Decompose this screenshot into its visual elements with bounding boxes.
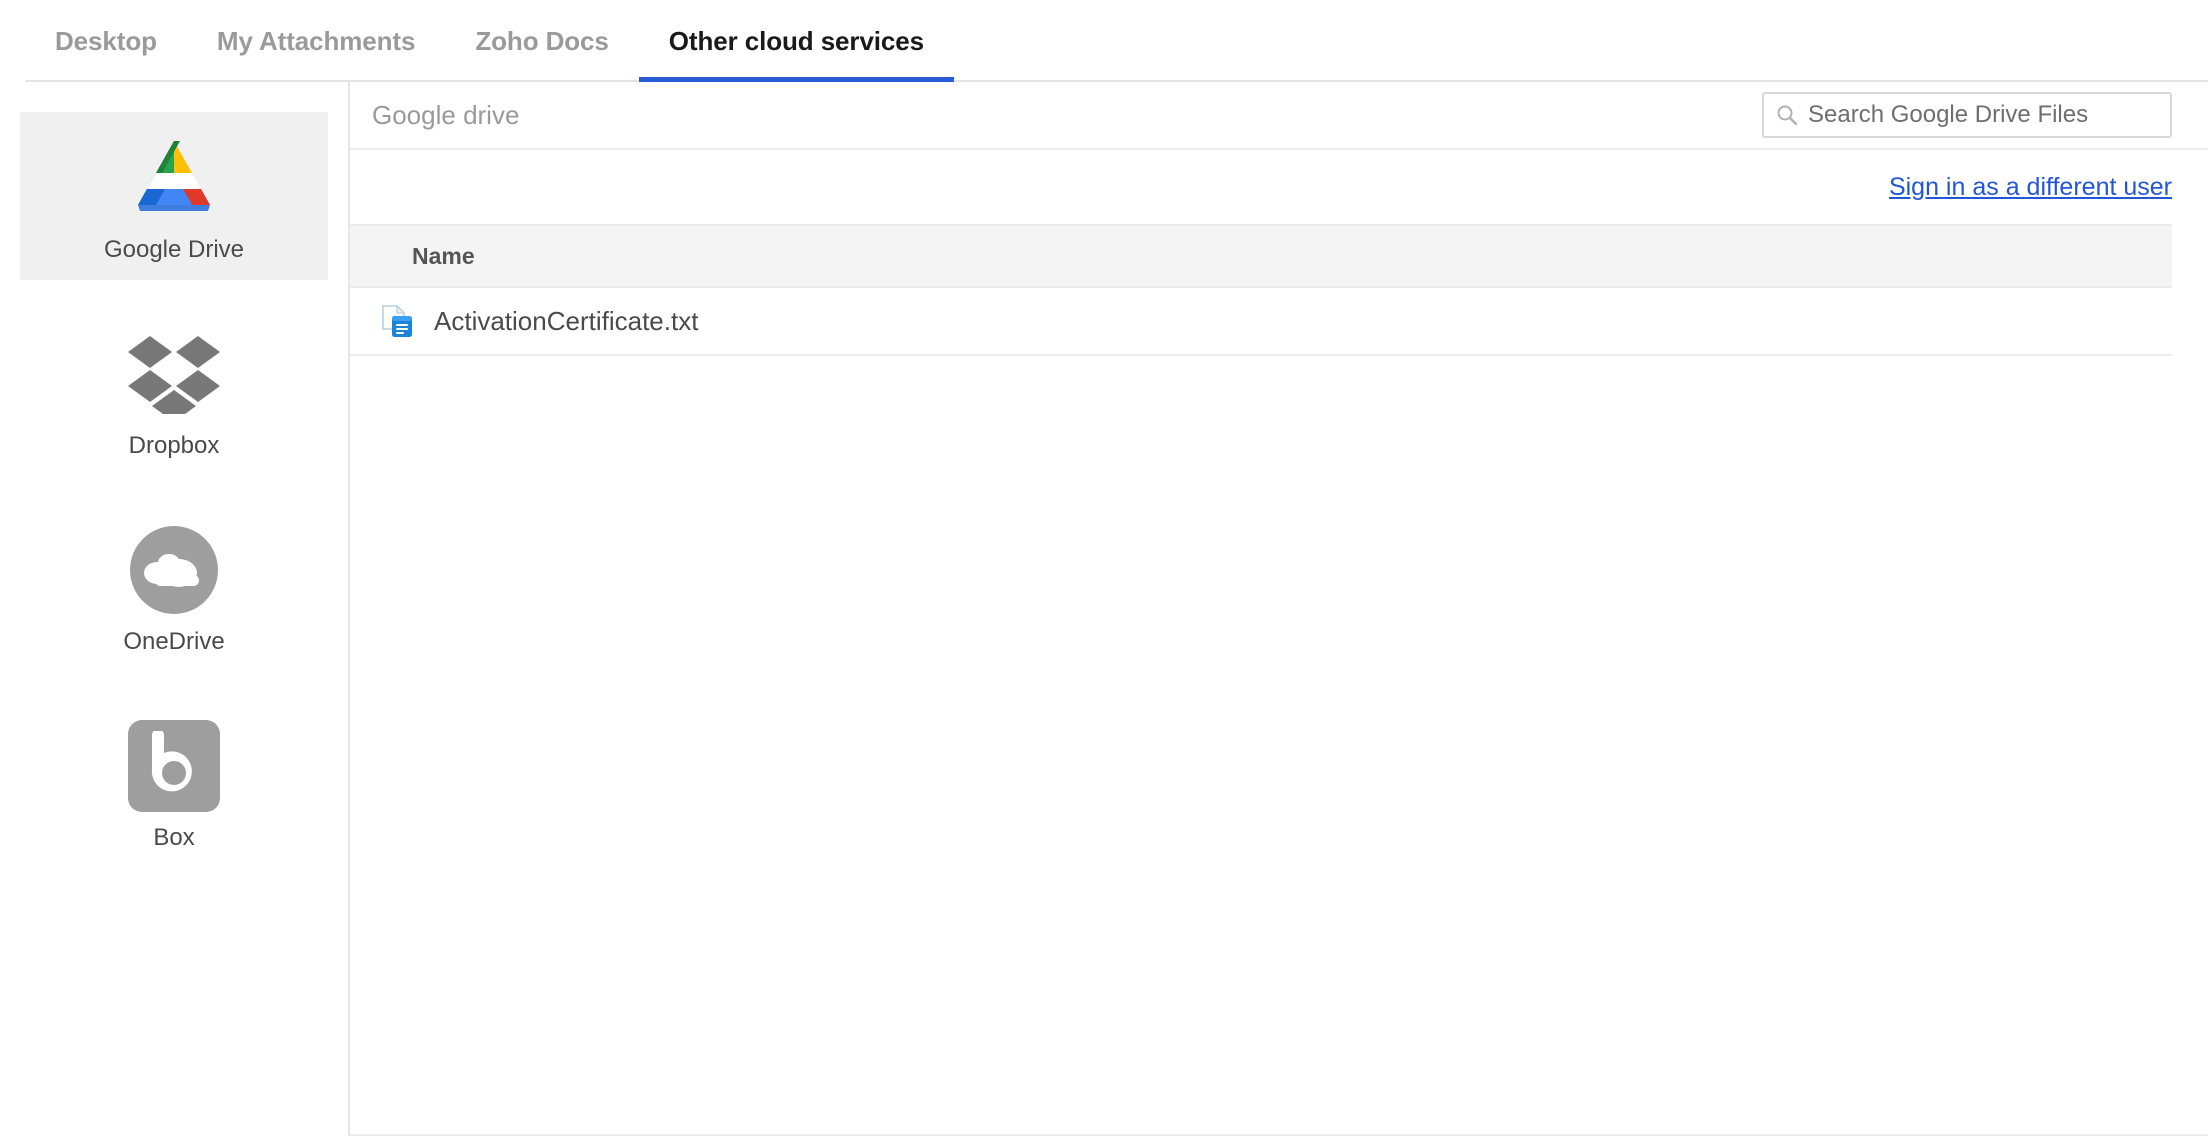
workspace: Google Drive Dropbox [0,82,2208,1136]
sign-in-different-user-link[interactable]: Sign in as a different user [1889,173,2172,202]
signin-row: Sign in as a different user [350,150,2208,224]
tab-other-cloud-services[interactable]: Other cloud services [639,0,954,82]
file-table: Name ActivationCertificate.txt [350,224,2172,356]
tab-desktop[interactable]: Desktop [25,0,187,82]
search-icon [1776,104,1798,126]
breadcrumb-row: Google drive [350,82,2208,150]
sidebar-item-onedrive[interactable]: OneDrive [20,504,328,672]
sidebar-item-google-drive[interactable]: Google Drive [20,112,328,280]
tab-bar: Desktop My Attachments Zoho Docs Other c… [0,0,2208,82]
text-document-icon [380,303,416,339]
file-browser-panel: Google drive Sign in as a different user… [350,82,2208,1136]
tab-label: Other cloud services [669,26,924,57]
onedrive-icon [20,522,328,618]
sidebar-item-label: Google Drive [20,236,328,264]
sidebar-item-label: Dropbox [20,432,328,460]
file-name: ActivationCertificate.txt [434,306,698,337]
sidebar-item-label: OneDrive [20,628,328,656]
tab-my-attachments[interactable]: My Attachments [187,0,445,82]
search-input[interactable] [1808,101,2160,129]
column-header-name[interactable]: Name [350,243,475,270]
empty-file-area [350,356,2208,1134]
sidebar-item-label: Box [20,824,328,852]
tab-label: My Attachments [217,26,415,57]
table-row[interactable]: ActivationCertificate.txt [350,288,2172,356]
google-drive-icon [20,130,328,226]
sidebar-item-box[interactable]: Box [20,700,328,868]
box-icon [20,718,328,814]
cloud-services-sidebar: Google Drive Dropbox [0,82,350,1136]
table-header-row: Name [350,226,2172,288]
dropbox-icon [20,326,328,422]
tab-zoho-docs[interactable]: Zoho Docs [445,0,638,82]
breadcrumb[interactable]: Google drive [372,100,519,131]
sidebar-item-dropbox[interactable]: Dropbox [20,308,328,476]
tab-label: Desktop [55,26,157,57]
search-box[interactable] [1762,92,2172,138]
tab-label: Zoho Docs [475,26,608,57]
